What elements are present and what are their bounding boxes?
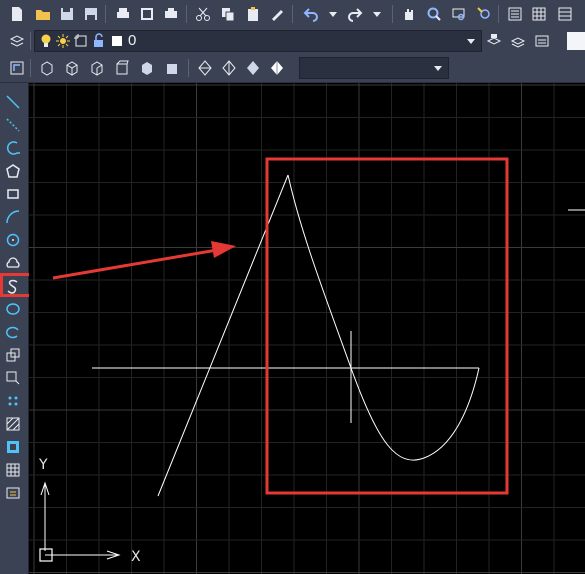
- zoom-previous-icon[interactable]: [475, 5, 493, 23]
- zoom-window-icon[interactable]: [450, 5, 468, 23]
- layer-name: 0: [128, 32, 137, 49]
- layers-toolbar: 0: [0, 28, 585, 55]
- publish-icon[interactable]: [162, 5, 180, 23]
- match-properties-icon[interactable]: [268, 5, 286, 23]
- visual-styles-toolbar: [0, 54, 585, 83]
- cut-icon[interactable]: [194, 5, 212, 23]
- insert-block-icon[interactable]: [4, 346, 22, 364]
- model-space[interactable]: Y X: [29, 83, 585, 574]
- make-current-layer-icon[interactable]: [485, 32, 503, 50]
- x-axis-label: X: [131, 549, 141, 565]
- line-icon[interactable]: [4, 93, 22, 111]
- iso-view-icon[interactable]: [138, 59, 156, 77]
- hidden-style-icon[interactable]: [220, 59, 238, 77]
- revision-cloud-icon[interactable]: [4, 254, 22, 272]
- layer-manager-icon[interactable]: [8, 32, 26, 50]
- gradient-icon[interactable]: [4, 438, 22, 456]
- y-axis-label: Y: [38, 457, 48, 473]
- make-block-icon[interactable]: [4, 369, 22, 387]
- circle-icon[interactable]: [4, 231, 22, 249]
- polyline-icon[interactable]: [4, 139, 22, 157]
- back-view-icon[interactable]: [163, 59, 181, 77]
- redo-icon[interactable]: [346, 5, 364, 23]
- open-folder-icon[interactable]: [34, 5, 52, 23]
- annotation-arrowhead: [211, 241, 236, 258]
- front-view-icon[interactable]: [63, 59, 81, 77]
- multiline-text-icon[interactable]: [4, 484, 22, 502]
- print-icon[interactable]: [114, 5, 132, 23]
- wireframe-style-icon[interactable]: [196, 59, 214, 77]
- conceptual-style-icon[interactable]: [268, 59, 286, 77]
- chevron-down-icon: [434, 66, 442, 71]
- redo-dropdown-icon[interactable]: [368, 5, 386, 23]
- drawing-canvas[interactable]: Y X: [29, 83, 585, 574]
- layer-dropdown[interactable]: 0: [34, 30, 482, 52]
- properties-icon[interactable]: [506, 5, 524, 23]
- polygon-icon[interactable]: [4, 162, 22, 180]
- point-icon[interactable]: [4, 392, 22, 410]
- right-view-icon[interactable]: [88, 59, 106, 77]
- layer-previous-icon[interactable]: [509, 32, 527, 50]
- ellipse-icon[interactable]: [4, 300, 22, 318]
- undo-dropdown-icon[interactable]: [324, 5, 342, 23]
- properties-panel-edge: [567, 32, 585, 50]
- color-swatch-icon: [108, 32, 126, 50]
- annotation-arrow: [52, 248, 218, 280]
- hatch-icon[interactable]: [4, 415, 22, 433]
- left-view-icon[interactable]: [113, 59, 131, 77]
- plot-preview-icon[interactable]: [138, 5, 156, 23]
- pan-icon[interactable]: [400, 5, 418, 23]
- ucs-icon[interactable]: [8, 59, 26, 77]
- visual-style-dropdown[interactable]: [299, 57, 449, 79]
- draw-toolbar: [0, 83, 34, 574]
- standard-toolbar: [0, 0, 585, 29]
- table-icon[interactable]: [4, 461, 22, 479]
- save-as-icon[interactable]: [82, 5, 100, 23]
- new-file-icon[interactable]: [8, 5, 26, 23]
- layer-states-icon[interactable]: [533, 32, 551, 50]
- sun-icon: [54, 32, 72, 50]
- construction-line-icon[interactable]: [4, 116, 22, 134]
- viewport-icon: [72, 32, 90, 50]
- chevron-down-icon: [467, 39, 475, 44]
- lightbulb-icon: [37, 32, 55, 50]
- unlock-icon: [90, 32, 108, 50]
- top-view-icon[interactable]: [38, 59, 56, 77]
- zoom-realtime-icon[interactable]: [425, 5, 443, 23]
- paste-icon[interactable]: [244, 5, 262, 23]
- spline-curve[interactable]: [287, 174, 480, 461]
- ucs-icon: Y X: [38, 457, 141, 565]
- save-icon[interactable]: [58, 5, 76, 23]
- arc-icon[interactable]: [4, 208, 22, 226]
- realistic-style-icon[interactable]: [244, 59, 262, 77]
- design-center-icon[interactable]: [530, 5, 548, 23]
- rectangle-icon[interactable]: [4, 185, 22, 203]
- grid: [29, 83, 585, 574]
- tool-palette-icon[interactable]: [556, 5, 574, 23]
- ellipse-arc-icon[interactable]: [4, 323, 22, 341]
- copy-icon[interactable]: [219, 5, 237, 23]
- undo-icon[interactable]: [302, 5, 320, 23]
